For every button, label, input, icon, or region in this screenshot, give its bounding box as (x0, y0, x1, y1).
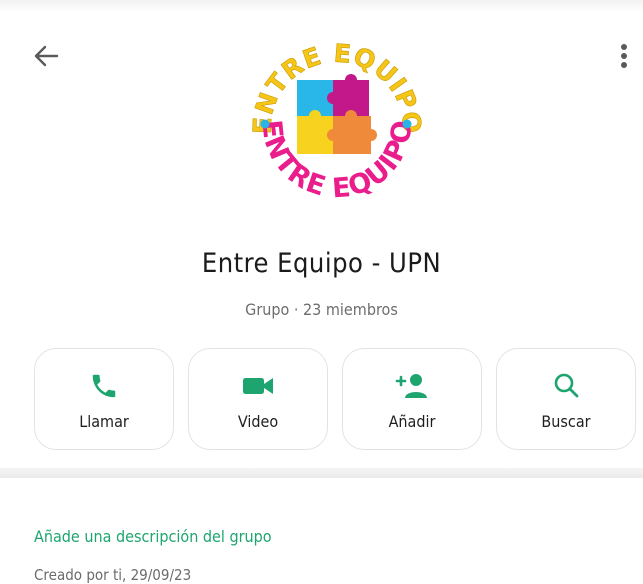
add-description-link[interactable]: Añade una descripción del grupo (34, 527, 272, 546)
group-logo: ENTRE EQUIPO ENTRE EQUIPO (247, 38, 425, 204)
puzzle-icon (297, 74, 377, 154)
video-button-label: Video (237, 412, 279, 431)
add-member-button[interactable]: Añadir (342, 348, 482, 450)
add-member-button-label: Añadir (388, 412, 436, 431)
more-options-button[interactable] (612, 38, 636, 74)
search-button-label: Buscar (541, 412, 591, 431)
more-vertical-icon (621, 44, 627, 68)
top-shade (0, 0, 643, 12)
back-button[interactable] (28, 38, 64, 74)
video-button[interactable]: Video (188, 348, 328, 450)
call-button[interactable]: Llamar (34, 348, 174, 450)
group-member-count: Grupo · 23 miembros (245, 300, 398, 319)
search-icon (554, 373, 579, 398)
group-avatar[interactable]: ENTRE EQUIPO ENTRE EQUIPO (241, 28, 431, 218)
search-button[interactable]: Buscar (496, 348, 636, 450)
action-row: Llamar Video Añadir Buscar (34, 348, 643, 450)
group-name: Entre Equipo - UPN (201, 248, 442, 279)
call-button-label: Llamar (79, 412, 129, 431)
created-by-text: Creado por ti, 29/09/23 (34, 566, 192, 584)
arrow-left-icon (34, 45, 59, 67)
add-person-icon (395, 374, 427, 398)
section-divider (0, 468, 643, 478)
phone-icon (92, 374, 116, 398)
video-camera-icon (243, 378, 273, 394)
